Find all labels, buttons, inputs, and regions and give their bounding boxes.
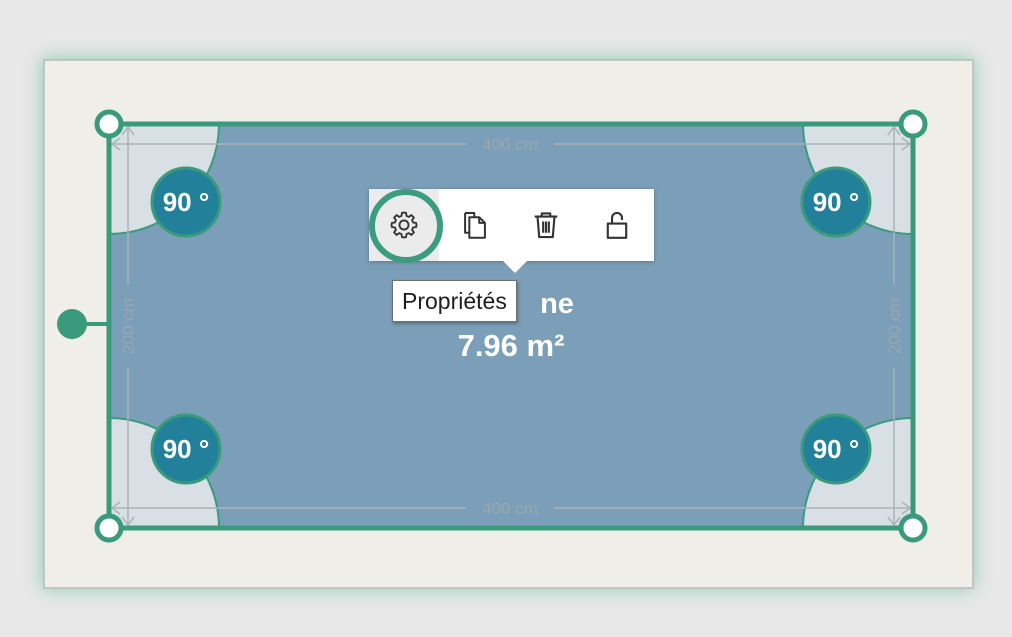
unlock-icon: [606, 211, 628, 239]
trash-icon: [534, 212, 558, 239]
corner-handle-bottom-right[interactable]: [898, 513, 928, 543]
room-name: ne: [540, 288, 574, 320]
delete-button[interactable]: [511, 189, 581, 261]
room[interactable]: 400 cm 400 cm 200 cm 200 cm 90 ° 90 ° 90…: [57, 109, 928, 543]
corner-handle-top-right[interactable]: [898, 109, 928, 139]
side-resize-handle[interactable]: [57, 309, 87, 339]
angle-badge-top-left[interactable]: 90 °: [150, 166, 222, 238]
angle-badge-label: 90 °: [813, 434, 860, 464]
lock-toggle-button[interactable]: [582, 189, 652, 261]
room-floor[interactable]: [109, 124, 913, 528]
angle-badge-label: 90 °: [163, 434, 210, 464]
angle-badge-bottom-right[interactable]: 90 °: [800, 413, 872, 485]
angle-badge-top-right[interactable]: 90 °: [800, 166, 872, 238]
corner-handle-top-left[interactable]: [94, 109, 124, 139]
angle-badge-label: 90 °: [813, 187, 860, 217]
dimension-left-label: 200 cm: [119, 298, 138, 354]
properties-tooltip: Propriétés: [392, 280, 517, 322]
angle-badge-label: 90 °: [163, 187, 210, 217]
room-area: 7.96 m²: [458, 328, 565, 363]
gear-icon: [390, 211, 418, 239]
dimension-top-label: 400 cm: [482, 135, 538, 154]
angle-badge-bottom-left[interactable]: 90 °: [150, 413, 222, 485]
dimension-right-label: 200 cm: [885, 298, 904, 354]
dimension-bottom-label: 400 cm: [482, 499, 538, 518]
properties-button[interactable]: [369, 189, 439, 261]
corner-handle-bottom-left[interactable]: [94, 513, 124, 543]
copy-icon: [464, 211, 486, 239]
duplicate-button[interactable]: [440, 189, 510, 261]
room-context-toolbar: [369, 189, 654, 273]
